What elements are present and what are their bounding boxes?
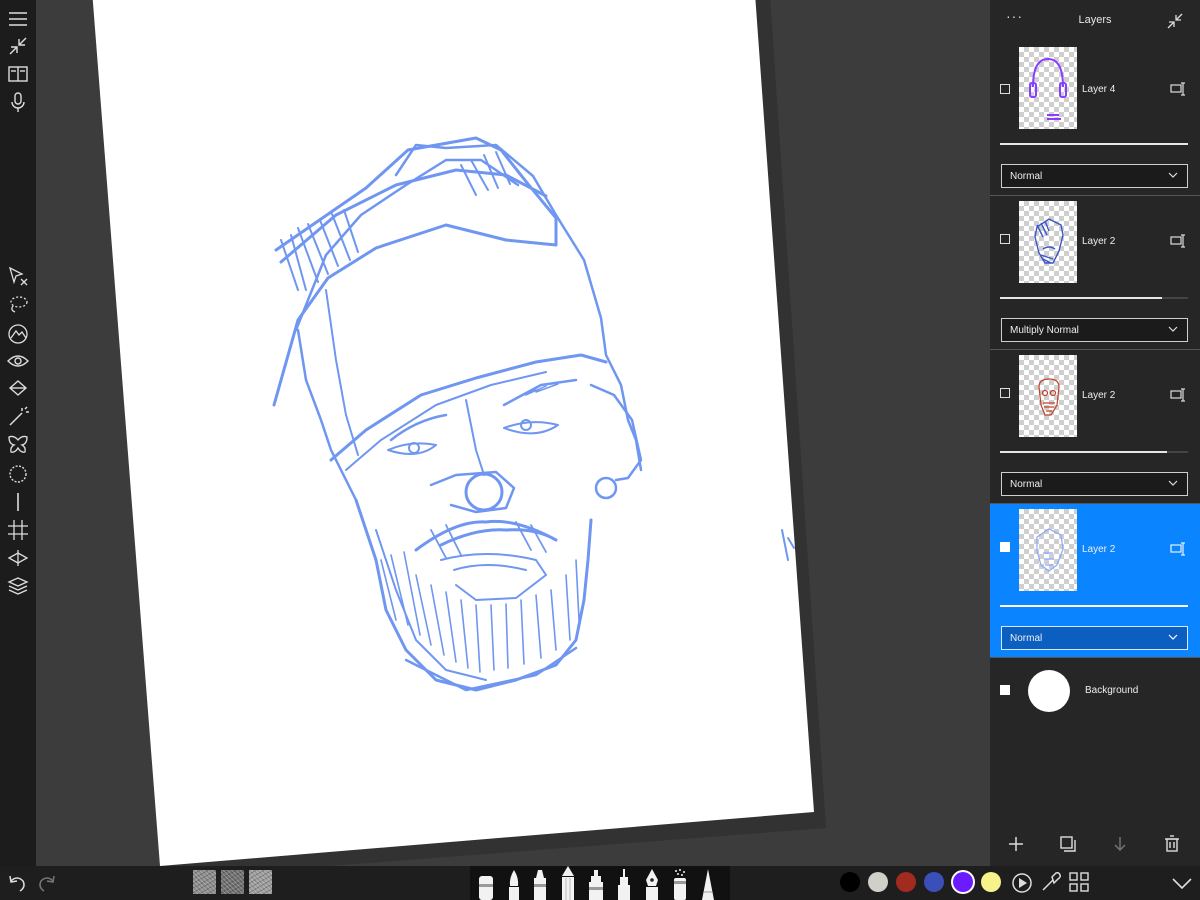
layer-properties-icon[interactable] [1170,82,1186,96]
layer-visibility-checkbox[interactable] [1000,388,1010,398]
eye-icon[interactable] [5,348,31,374]
layer-opacity-slider[interactable] [1000,605,1188,607]
layer-opacity-slider[interactable] [1000,451,1188,453]
blend-mode-select[interactable]: Normal [1001,472,1188,496]
lasso-icon[interactable] [5,291,31,317]
chevron-down-icon [1168,480,1178,486]
magic-wand-icon[interactable] [5,404,31,430]
delete-layer-icon[interactable] [1162,834,1182,854]
redo-icon[interactable] [36,872,58,894]
circle-icon[interactable] [5,461,31,487]
transform-icon[interactable] [5,263,31,289]
layers-panel-header: ··· Layers [990,0,1200,42]
background-layer-row[interactable]: Background [990,660,1200,720]
ink-pen-icon[interactable] [614,868,634,900]
layer-actions [990,830,1200,860]
blend-mode-value: Normal [1010,171,1043,182]
blend-mode-value: Multiply Normal [1010,325,1079,336]
layer-visibility-checkbox[interactable] [1000,84,1010,94]
stylus-icon[interactable] [698,868,718,900]
grid-icon[interactable] [5,517,31,543]
paper-sheet [92,0,814,866]
blend-mode-value: Normal [1010,633,1043,644]
grid-view-icon[interactable] [1068,871,1090,893]
add-layer-icon[interactable] [1006,834,1026,854]
paper-texture-swatch[interactable] [249,870,272,894]
drawing-canvas[interactable] [36,0,990,866]
eyedropper-icon[interactable] [1040,871,1062,893]
undo-icon[interactable] [6,872,28,894]
layers-icon[interactable] [5,573,31,599]
paper-texture-swatch[interactable] [221,870,244,894]
drawing-canvas-area[interactable] [36,0,990,866]
app-window: ··· Layers Layer 4 Normal Layer 2 Multip… [0,0,1200,900]
color-swatch[interactable] [953,872,973,892]
chevron-down-icon [1168,634,1178,640]
color-swatch[interactable] [924,872,944,892]
color-swatch[interactable] [981,872,1001,892]
layer-opacity-slider[interactable] [1000,297,1188,299]
symmetry-icon[interactable] [5,432,31,458]
layer-thumbnail[interactable] [1019,47,1077,129]
chevron-down-icon[interactable] [1170,874,1194,892]
layer-thumbnail[interactable] [1019,201,1077,283]
spray-icon[interactable] [670,868,690,900]
perspective-icon[interactable] [5,545,31,571]
marker-brush-icon[interactable] [476,870,496,900]
book-icon[interactable] [5,61,31,87]
collapse-icon[interactable] [5,33,31,59]
microphone-icon[interactable] [5,89,31,115]
background-visibility-checkbox[interactable] [1000,685,1010,695]
chevron-down-icon [1168,172,1178,178]
layer-row[interactable]: Layer 4 Normal [990,42,1200,196]
background-color-thumbnail[interactable] [1028,670,1070,712]
layer-thumbnail[interactable] [1019,355,1077,437]
play-icon[interactable] [1011,872,1033,894]
blend-mode-select[interactable]: Normal [1001,626,1188,650]
layer-opacity-slider[interactable] [1000,143,1188,145]
layer-properties-icon[interactable] [1170,234,1186,248]
round-brush-icon[interactable] [504,868,524,900]
layer-row[interactable]: Layer 2 Multiply Normal [990,196,1200,350]
fill-icon[interactable] [5,376,31,402]
pencil-icon[interactable] [558,866,578,900]
bottom-toolbar [0,866,1200,900]
blend-mode-select[interactable]: Normal [1001,164,1188,188]
chevron-down-icon [1168,326,1178,332]
layer-name: Layer 2 [1082,390,1116,401]
line-icon[interactable] [5,489,31,515]
layer-row-selected[interactable]: Layer 2 Normal [990,504,1200,658]
merge-down-icon[interactable] [1110,834,1130,854]
menu-icon[interactable] [5,6,31,32]
layer-visibility-checkbox[interactable] [1000,234,1010,244]
color-swatch[interactable] [868,872,888,892]
color-swatch[interactable] [896,872,916,892]
felt-pen-icon[interactable] [530,868,550,900]
layer-row[interactable]: Layer 2 Normal [990,350,1200,504]
color-swatch[interactable] [840,872,860,892]
blend-mode-select[interactable]: Multiply Normal [1001,318,1188,342]
layer-visibility-checkbox[interactable] [1000,542,1010,552]
fountain-pen-icon[interactable] [642,868,662,900]
layer-properties-icon[interactable] [1170,542,1186,556]
background-layer-name: Background [1085,685,1139,696]
brush-tray [470,866,730,900]
collapse-panel-icon[interactable] [1166,12,1184,30]
adjust-icon[interactable] [5,320,31,346]
highlighter-icon[interactable] [586,868,606,900]
paper-texture-swatch[interactable] [193,870,216,894]
left-toolbar [0,0,36,866]
duplicate-layer-icon[interactable] [1058,834,1078,854]
layer-name: Layer 4 [1082,84,1116,95]
layer-name: Layer 2 [1082,544,1116,555]
layer-thumbnail[interactable] [1019,509,1077,591]
layer-name: Layer 2 [1082,236,1116,247]
layer-properties-icon[interactable] [1170,388,1186,402]
layers-panel: ··· Layers Layer 4 Normal Layer 2 Multip… [990,0,1200,866]
blend-mode-value: Normal [1010,479,1043,490]
